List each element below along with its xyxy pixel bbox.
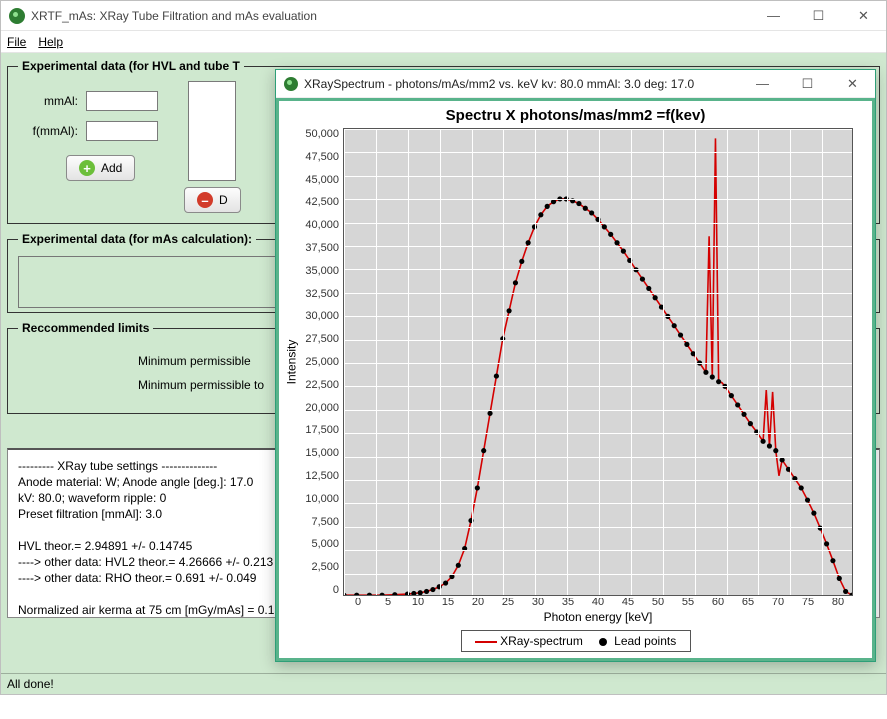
minus-icon: –: [197, 192, 213, 208]
minimize-button[interactable]: —: [751, 1, 796, 30]
legend-dot-label: Lead points: [614, 634, 676, 648]
main-title: XRTF_mAs: XRay Tube Filtration and mAs e…: [31, 9, 751, 23]
maximize-button[interactable]: ☐: [796, 1, 841, 30]
hvl-panel-legend: Experimental data (for HVL and tube T: [18, 59, 244, 73]
add-button[interactable]: + Add: [66, 155, 135, 181]
plus-icon: +: [79, 160, 95, 176]
chart-yticks: 50,00047,50045,00042,50040,00037,50035,0…: [299, 128, 343, 596]
spectrum-popup[interactable]: XRaySpectrum - photons/mAs/mm2 vs. keV k…: [275, 69, 876, 662]
window-buttons: — ☐ ✕: [751, 1, 886, 30]
legend-line-swatch: [475, 641, 497, 643]
chart-ylabel: Intensity: [283, 128, 299, 596]
chart-xlabel: Photon energy [keV]: [343, 610, 853, 624]
label-mmAl: mmAl:: [18, 94, 78, 108]
popup-app-icon: [284, 77, 298, 91]
menu-file[interactable]: File: [7, 35, 26, 49]
popup-maximize-button[interactable]: ☐: [785, 69, 830, 98]
label-fmmAl: f(mmAl):: [18, 124, 78, 138]
popup-minimize-button[interactable]: —: [740, 69, 785, 98]
chart-legend: XRay-spectrum Lead points: [461, 630, 691, 652]
close-button[interactable]: ✕: [841, 1, 886, 30]
input-mmAl[interactable]: [86, 91, 158, 111]
menu-help[interactable]: Help: [38, 35, 63, 49]
statusbar: All done!: [1, 673, 886, 694]
main-window: XRTF_mAs: XRay Tube Filtration and mAs e…: [0, 0, 887, 695]
chart-plot-area[interactable]: [343, 128, 853, 596]
delete-button[interactable]: – D: [184, 187, 241, 213]
hvl-listbox[interactable]: [188, 81, 236, 181]
input-fmmAl[interactable]: [86, 121, 158, 141]
popup-title: XRaySpectrum - photons/mAs/mm2 vs. keV k…: [304, 77, 740, 91]
client-area: Experimental data (for HVL and tube T mm…: [1, 53, 886, 673]
app-icon: [9, 8, 25, 24]
menubar: File Help: [1, 31, 886, 53]
legend-dot-swatch: [599, 638, 607, 646]
legend-line-label: XRay-spectrum: [500, 634, 583, 648]
popup-titlebar[interactable]: XRaySpectrum - photons/mAs/mm2 vs. keV k…: [276, 70, 875, 98]
mas-panel-legend: Experimental data (for mAs calculation):: [18, 232, 256, 246]
chart-frame: Spectru X photons/mas/mm2 =f(kev) Intens…: [276, 98, 875, 661]
main-titlebar[interactable]: XRTF_mAs: XRay Tube Filtration and mAs e…: [1, 1, 886, 31]
chart-title: Spectru X photons/mas/mm2 =f(kev): [283, 107, 868, 124]
add-button-label: Add: [101, 161, 122, 175]
limits-panel-legend: Reccommended limits: [18, 321, 153, 335]
popup-close-button[interactable]: ✕: [830, 69, 875, 98]
delete-button-label: D: [219, 193, 228, 207]
